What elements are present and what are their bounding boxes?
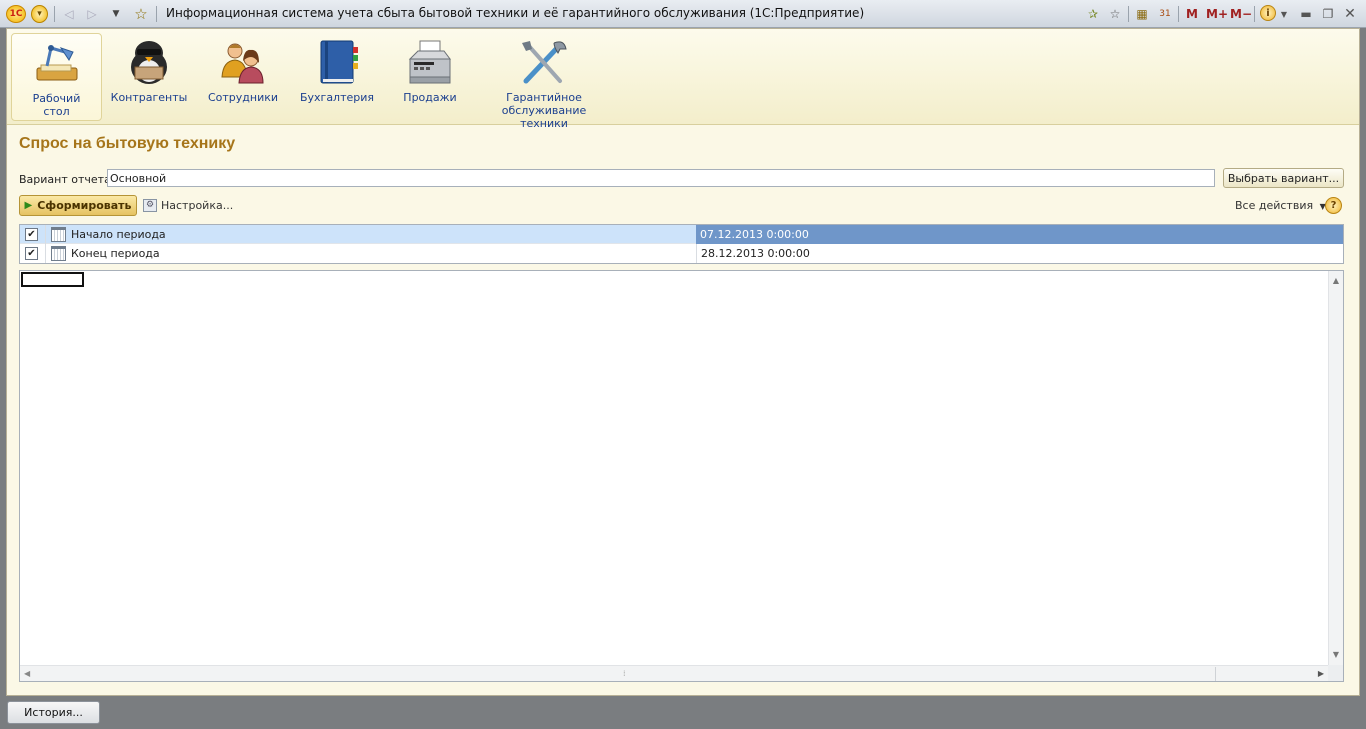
section-employees[interactable]: Сотрудники	[201, 33, 285, 121]
add-favorite-icon[interactable]: ✰	[1084, 5, 1102, 23]
table-row[interactable]: ✔ Конец периода 28.12.2013 0:00:00	[20, 244, 1343, 263]
help-button[interactable]: ?	[1325, 197, 1342, 214]
tools-icon	[522, 41, 567, 84]
parameter-value[interactable]: 07.12.2013 0:00:00	[696, 225, 1343, 244]
settings-icon: ⚙	[143, 199, 157, 212]
divider	[45, 225, 46, 244]
sections-panel: Рабочий стол Контрагенты Сотрудники Бухг…	[7, 29, 1359, 130]
vertical-scrollbar[interactable]: ▲ ▼	[1328, 271, 1343, 665]
report-spreadsheet[interactable]: ▲ ▼ ◀ ⁞ ▶	[19, 270, 1344, 682]
scroll-up-icon[interactable]: ▲	[1329, 273, 1343, 289]
separator	[54, 6, 55, 22]
minimize-icon[interactable]: ▬	[1298, 5, 1314, 23]
main-window: Рабочий стол Контрагенты Сотрудники Бухг…	[6, 28, 1360, 696]
variant-label: Вариант отчета:	[19, 173, 115, 186]
divider	[1215, 667, 1216, 681]
history-button[interactable]: История...	[7, 701, 100, 724]
forward-arrow-icon[interactable]: ▷	[85, 5, 99, 23]
parameter-name: Начало периода	[71, 228, 166, 241]
separator	[156, 6, 157, 22]
memory-m-button[interactable]: M	[1184, 5, 1200, 23]
date-parameter-icon	[51, 246, 66, 261]
scrollbar-corner	[1328, 665, 1343, 681]
history-dropdown-icon[interactable]: ▼	[110, 5, 122, 23]
section-label: Сотрудники	[207, 91, 279, 104]
report-variant-field[interactable]: Основной	[107, 169, 1215, 187]
section-warranty-service[interactable]: Гарантийное обслуживание техники	[477, 33, 611, 130]
app-logo-icon[interactable]: 1С	[6, 5, 26, 23]
generate-button[interactable]: ▶ Сформировать	[19, 195, 137, 216]
section-label: Рабочий стол	[32, 92, 81, 118]
settings-label: Настройка...	[161, 199, 234, 212]
report-parameters-table: ✔ Начало периода 07.12.2013 0:00:00 ✔ Ко…	[19, 224, 1344, 264]
parameter-value[interactable]: 28.12.2013 0:00:00	[696, 244, 1343, 263]
info-icon[interactable]: i	[1260, 5, 1276, 21]
horizontal-scrollbar[interactable]: ◀ ⁞ ▶	[20, 665, 1330, 681]
parameter-name: Конец периода	[71, 247, 160, 260]
scroll-left-icon[interactable]: ◀	[24, 666, 30, 682]
cash-register-icon	[408, 40, 451, 84]
info-dropdown-icon[interactable]: ▼	[1279, 5, 1289, 23]
section-accounting[interactable]: Бухгалтерия	[295, 33, 379, 121]
cell-cursor[interactable]	[21, 272, 84, 287]
book-icon	[320, 40, 358, 84]
section-label: Гарантийное обслуживание техники	[501, 91, 587, 130]
people-icon	[221, 43, 264, 84]
main-menu-button[interactable]: ▾	[31, 5, 48, 23]
calculator-icon[interactable]: ▦	[1134, 5, 1150, 23]
scroll-down-icon[interactable]: ▼	[1329, 647, 1343, 663]
table-row[interactable]: ✔ Начало периода 07.12.2013 0:00:00	[20, 225, 1343, 244]
memory-plus-button[interactable]: M+	[1206, 5, 1228, 23]
all-actions-menu[interactable]: Все действия ▼	[1235, 199, 1326, 212]
use-parameter-checkbox[interactable]: ✔	[25, 228, 38, 241]
all-actions-label: Все действия	[1235, 199, 1314, 212]
section-label: Контрагенты	[110, 91, 188, 104]
generate-button-label: Сформировать	[37, 199, 132, 212]
penguin-icon	[131, 41, 167, 84]
section-label: Бухгалтерия	[299, 91, 375, 104]
favorites-icon[interactable]: ☆	[1107, 5, 1123, 23]
play-icon: ▶	[24, 200, 33, 211]
close-icon[interactable]: ✕	[1342, 5, 1358, 23]
back-arrow-icon[interactable]: ◁	[62, 5, 76, 23]
use-parameter-checkbox[interactable]: ✔	[25, 247, 38, 260]
scroll-right-icon[interactable]: ▶	[1318, 666, 1324, 682]
settings-button[interactable]: ⚙ Настройка...	[143, 199, 233, 212]
favorites-star-icon[interactable]: ☆	[132, 5, 150, 23]
scroll-grip-icon: ⁞	[623, 669, 626, 678]
memory-minus-button[interactable]: M−	[1230, 5, 1252, 23]
page-title: Спрос на бытовую технику	[19, 135, 236, 152]
separator	[1178, 6, 1179, 22]
section-desktop[interactable]: Рабочий стол	[11, 33, 102, 121]
section-label: Продажи	[403, 91, 457, 104]
window-title: Информационная система учета сбыта бытов…	[166, 6, 865, 20]
separator	[1254, 6, 1255, 22]
calendar-icon[interactable]: 31	[1157, 5, 1173, 23]
date-parameter-icon	[51, 227, 66, 242]
restore-icon[interactable]: ❐	[1320, 5, 1336, 23]
section-sales[interactable]: Продажи	[388, 33, 472, 121]
section-counterparties[interactable]: Контрагенты	[107, 33, 191, 121]
choose-variant-button[interactable]: Выбрать вариант...	[1223, 168, 1344, 188]
separator	[1128, 6, 1129, 22]
divider	[45, 244, 46, 263]
desk-lamp-icon	[36, 45, 77, 81]
title-bar: 1С ▾ ◁ ▷ ▼ ☆ Информационная система учет…	[0, 0, 1366, 28]
